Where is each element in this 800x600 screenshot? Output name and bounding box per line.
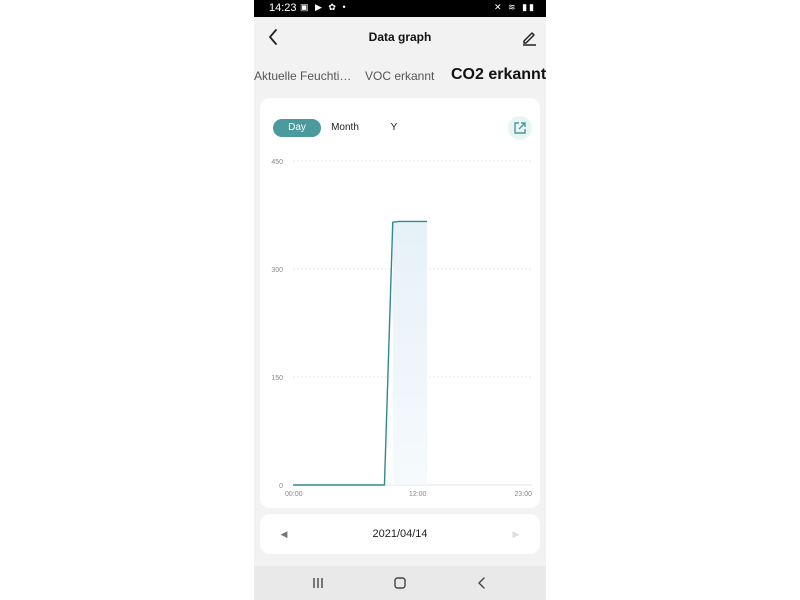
home-icon bbox=[394, 577, 406, 589]
back-icon bbox=[478, 577, 485, 589]
y-tick-label: 150 bbox=[271, 375, 283, 382]
notification-icons: ▣ ▶ ✿ • bbox=[300, 2, 348, 12]
tab-co2[interactable]: CO2 erkannt bbox=[451, 66, 546, 84]
system-back-button[interactable] bbox=[470, 573, 494, 593]
home-button[interactable] bbox=[388, 573, 412, 593]
chart-card: Day Month Y 450 300 150 0 00:00 12:00 23:00 bbox=[260, 98, 540, 508]
next-day-button[interactable]: ▶ bbox=[510, 526, 522, 542]
status-time: 14:23 bbox=[269, 2, 297, 14]
metric-tabs: Aktuelle Feuchtigkeit VOC erkannt CO2 er… bbox=[254, 60, 546, 92]
tab-humidity[interactable]: Aktuelle Feuchtigkeit bbox=[254, 69, 352, 83]
y-tick-label: 450 bbox=[271, 159, 283, 166]
co2-chart: 450 300 150 000:00 12:00 23:00 bbox=[271, 159, 532, 498]
phone-screen: 14:23 ▣ ▶ ✿ • ✕ ≋ ▮▮ Data graph Aktuelle… bbox=[254, 0, 546, 600]
system-status-icons: ✕ ≋ ▮▮ bbox=[494, 2, 536, 12]
recents-icon bbox=[313, 578, 323, 588]
x-tick-label: 00:00 bbox=[285, 491, 303, 498]
edit-button[interactable] bbox=[518, 25, 540, 49]
status-bar: 14:23 ▣ ▶ ✿ • ✕ ≋ ▮▮ bbox=[254, 0, 546, 17]
y-tick-label: 0 bbox=[279, 483, 283, 490]
recents-button[interactable] bbox=[306, 573, 330, 593]
app-header: Data graph bbox=[254, 17, 546, 57]
date-navigator: ◀ 2021/04/14 ▶ bbox=[260, 514, 540, 554]
page-title: Data graph bbox=[368, 30, 432, 44]
current-date: 2021/04/14 bbox=[372, 528, 428, 540]
pencil-icon bbox=[523, 32, 536, 46]
y-tick-label: 300 bbox=[271, 267, 283, 274]
x-tick-label: 12:00 bbox=[409, 491, 427, 498]
android-nav-bar bbox=[254, 566, 546, 600]
co2-area-fill bbox=[392, 221, 428, 485]
tab-voc[interactable]: VOC erkannt bbox=[365, 69, 434, 83]
x-tick-label: 23:00 bbox=[514, 491, 532, 498]
